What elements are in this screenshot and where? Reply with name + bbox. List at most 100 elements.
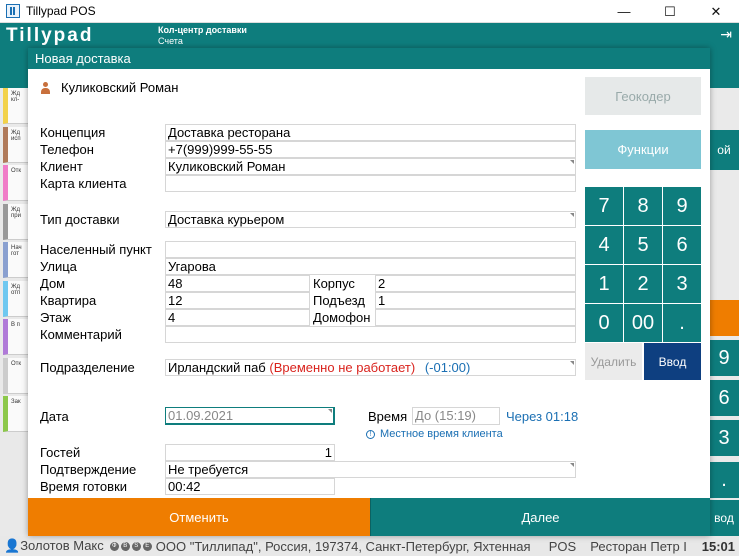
keypad-key[interactable]: 1 bbox=[585, 265, 623, 303]
person-icon bbox=[40, 81, 51, 94]
maximize-icon[interactable]: ☐ bbox=[647, 0, 693, 23]
new-delivery-dialog: Новая доставка Куликовский Роман Концепц… bbox=[28, 48, 710, 536]
section-subtitle: Счета bbox=[158, 36, 183, 46]
keypad-key[interactable]: . bbox=[663, 304, 701, 342]
guests-label: Гостей bbox=[40, 445, 81, 460]
client-field[interactable]: Куликовский Роман bbox=[165, 158, 576, 175]
division-status: (Временно не работает) bbox=[269, 360, 416, 375]
confirmation-field[interactable]: Не требуется bbox=[165, 461, 576, 478]
status-user-name: Золотов Макс bbox=[20, 538, 104, 553]
background-order-row: Нач гот bbox=[3, 242, 28, 278]
background-key: . bbox=[709, 462, 739, 498]
date-label: Дата bbox=[40, 409, 69, 424]
status-clock: 15:01 bbox=[701, 538, 735, 554]
client-card-field[interactable] bbox=[165, 175, 576, 192]
delete-button[interactable]: Удалить bbox=[585, 343, 642, 380]
time-field[interactable]: До (15:19) bbox=[412, 407, 500, 425]
background-order-row: Отк bbox=[3, 357, 28, 394]
house-label: Дом bbox=[40, 276, 66, 291]
time-through: Через 01:18 bbox=[506, 409, 579, 424]
keypad-key[interactable]: 0 bbox=[585, 304, 623, 342]
comment-field[interactable] bbox=[165, 326, 576, 343]
building-field[interactable]: 2 bbox=[375, 275, 576, 292]
functions-button[interactable]: Функции bbox=[585, 130, 701, 169]
concept-label: Концепция bbox=[40, 125, 106, 140]
dialog-title: Новая доставка bbox=[28, 48, 710, 69]
local-time-hint-text: Местное время клиента bbox=[380, 428, 503, 440]
background-key: 6 bbox=[709, 380, 739, 416]
keypad-key[interactable]: 4 bbox=[585, 226, 623, 264]
division-name: Ирландский паб bbox=[168, 360, 266, 375]
background-order-row: Зак bbox=[3, 396, 28, 432]
entrance-field[interactable]: 1 bbox=[375, 292, 576, 309]
minimize-icon[interactable]: — bbox=[601, 0, 647, 23]
keypad-key[interactable]: 6 bbox=[663, 226, 701, 264]
window-titlebar: Tillypad POS — ☐ ✕ bbox=[0, 0, 739, 23]
intercom-field[interactable] bbox=[375, 309, 576, 326]
apartment-label: Квартира bbox=[40, 293, 97, 308]
enter-button[interactable]: Ввод bbox=[644, 343, 701, 380]
numeric-keypad: 7 8 9 4 5 6 1 2 3 0 00. bbox=[585, 187, 701, 344]
background-order-row: В п bbox=[3, 319, 28, 355]
street-field[interactable]: Угарова bbox=[165, 258, 576, 275]
delivery-type-label: Тип доставки bbox=[40, 212, 120, 227]
background-order-row: Отк bbox=[3, 165, 28, 201]
background-key: ой bbox=[709, 130, 739, 170]
entrance-label: Подъезд bbox=[313, 293, 365, 308]
app-header: Tillypad Кол-центр доставки Счета ⇥ bbox=[0, 23, 739, 48]
floor-field[interactable]: 4 bbox=[165, 309, 310, 326]
keypad-key[interactable]: 5 bbox=[624, 226, 662, 264]
geocoder-button[interactable]: Геокодер bbox=[585, 77, 701, 115]
status-indicators: Ф В S Е bbox=[109, 541, 152, 551]
keypad-key[interactable]: 7 bbox=[585, 187, 623, 225]
card-label: Карта клиента bbox=[40, 176, 127, 191]
close-icon[interactable]: ✕ bbox=[693, 0, 739, 23]
background-key: вод bbox=[709, 500, 739, 536]
guests-field[interactable]: 1 bbox=[165, 444, 335, 461]
app-logo: Tillypad bbox=[6, 25, 94, 46]
cancel-button[interactable]: Отменить bbox=[28, 498, 370, 536]
apartment-field[interactable]: 12 bbox=[165, 292, 310, 309]
customer-header: Куликовский Роман bbox=[40, 80, 178, 95]
ready-time-field[interactable]: 00:42 bbox=[165, 478, 335, 495]
date-field[interactable]: 01.09.2021 bbox=[165, 407, 335, 425]
customer-name: Куликовский Роман bbox=[61, 80, 179, 95]
status-indicator: S bbox=[131, 541, 141, 551]
concept-field[interactable]: Доставка ресторана bbox=[165, 124, 576, 141]
background-orange-key bbox=[709, 300, 739, 336]
background-key: 3 bbox=[709, 420, 739, 456]
next-button[interactable]: Далее bbox=[370, 498, 710, 536]
comment-label: Комментарий bbox=[40, 327, 122, 342]
locality-field[interactable] bbox=[165, 241, 576, 258]
floor-label: Этаж bbox=[40, 310, 72, 325]
phone-field[interactable]: +7(999)999-55-55 bbox=[165, 141, 576, 158]
intercom-label: Домофон bbox=[313, 310, 371, 325]
client-label: Клиент bbox=[40, 159, 83, 174]
division-offset: (-01:00) bbox=[424, 360, 471, 375]
status-bar: 👤Золотов Макс Ф В S Е ООО "Тиллипад", Ро… bbox=[0, 536, 739, 556]
delivery-type-field[interactable]: Доставка курьером bbox=[165, 211, 576, 228]
status-restaurant: Ресторан Петр I bbox=[590, 538, 687, 554]
house-field[interactable]: 48 bbox=[165, 275, 310, 292]
building-label: Корпус bbox=[313, 276, 355, 291]
logout-icon[interactable]: ⇥ bbox=[720, 26, 732, 43]
keypad-key[interactable]: 3 bbox=[663, 265, 701, 303]
status-indicator: Ф bbox=[109, 541, 119, 551]
keypad-key[interactable]: 8 bbox=[624, 187, 662, 225]
section-title: Кол-центр доставки bbox=[158, 25, 247, 35]
status-terminal: POS bbox=[548, 538, 577, 554]
background-order-row: Жд кл- bbox=[3, 88, 28, 124]
street-label: Улица bbox=[40, 259, 77, 274]
background-order-row: Жд исп bbox=[3, 126, 28, 163]
status-indicator: В bbox=[120, 541, 130, 551]
keypad-key[interactable]: 2 bbox=[624, 265, 662, 303]
division-field[interactable]: Ирландский паб (Временно не работает) (-… bbox=[165, 359, 576, 376]
status-user: 👤Золотов Макс bbox=[4, 538, 104, 553]
app-icon bbox=[6, 4, 20, 18]
background-key: 9 bbox=[709, 340, 739, 376]
window-controls: — ☐ ✕ bbox=[601, 0, 739, 23]
keypad-key[interactable]: 00 bbox=[624, 304, 662, 342]
phone-label: Телефон bbox=[40, 142, 94, 157]
status-indicator: Е bbox=[142, 541, 152, 551]
keypad-key[interactable]: 9 bbox=[663, 187, 701, 225]
